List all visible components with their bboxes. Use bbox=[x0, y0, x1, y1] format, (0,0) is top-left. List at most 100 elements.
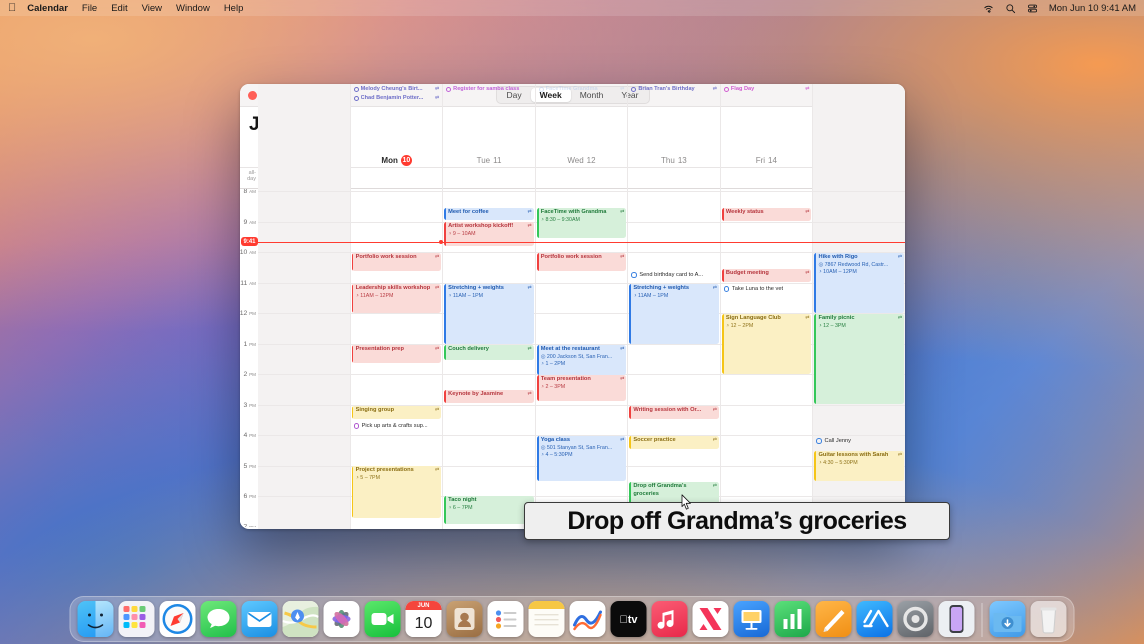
reminder-item[interactable]: Send birthday card to A... bbox=[629, 271, 719, 279]
day-column-mon[interactable]: Portfolio work session ⇄ Leadership skills… bbox=[349, 189, 443, 527]
control-center-icon[interactable] bbox=[1027, 3, 1038, 14]
menubar-clock[interactable]: Mon Jun 10 9:41 AM bbox=[1049, 3, 1136, 14]
menu-item-view[interactable]: View bbox=[142, 3, 162, 14]
all-day-event[interactable]: Brian Tran's Birthday ⇄ bbox=[629, 85, 719, 93]
menu-item-file[interactable]: File bbox=[82, 3, 97, 14]
all-day-event[interactable]: Melody Cheung's Birt... ⇄ bbox=[352, 85, 442, 93]
reminder-item[interactable]: Call Jenny bbox=[814, 437, 904, 445]
calendar-event[interactable]: Team presentation ◔ 2 – 3PM ⇄ bbox=[536, 375, 627, 401]
wifi-icon[interactable] bbox=[983, 3, 994, 14]
event-title: Drop off Grandma's groceries bbox=[633, 483, 687, 497]
dock-item-facetime[interactable] bbox=[364, 601, 401, 637]
dock-item-numbers[interactable] bbox=[774, 601, 811, 637]
calendar-event[interactable]: Hike with Rigo ◎ 7867 Redwood Rd, Castr...… bbox=[814, 253, 905, 313]
dock-item-downloads-folder[interactable] bbox=[989, 601, 1026, 637]
calendar-event[interactable]: Leadership skills workshop ◔ 11AM – 12PM ⇄ bbox=[351, 284, 442, 313]
event-location: ◎ 501 Stanyan St, San Fran... bbox=[540, 444, 613, 451]
repeat-icon: ⇄ bbox=[805, 315, 810, 321]
all-day-event[interactable]: Chad Benjamin Potter... ⇄ bbox=[352, 94, 442, 102]
calendar-event[interactable]: Keynote by Jasmine ⇄ bbox=[444, 390, 534, 403]
dock-item-finder[interactable] bbox=[77, 601, 114, 637]
day-column-fri[interactable]: Weekly status ⇄ Budget meeting ⇄ Take Luna t… bbox=[719, 189, 813, 527]
calendar-event[interactable]: Singing group ⇄ bbox=[351, 406, 442, 419]
calendar-event[interactable]: Taco night ◔ 6 – 7PM bbox=[444, 496, 534, 524]
dock-item-app-store[interactable] bbox=[856, 601, 893, 637]
dock-item-system-settings[interactable] bbox=[897, 601, 934, 637]
clock-icon: ◔ bbox=[633, 292, 637, 299]
dock-item-reminders[interactable] bbox=[487, 601, 524, 637]
all-day-event[interactable]: FaceTime Grandma ⇄ bbox=[537, 85, 627, 93]
dock-item-maps[interactable] bbox=[282, 601, 319, 637]
calendar-event[interactable]: Presentation prep ⇄ bbox=[351, 345, 442, 363]
event-color-bar bbox=[351, 284, 354, 313]
search-icon[interactable] bbox=[1005, 3, 1016, 14]
calendar-event[interactable]: Family picnic ◔ 12 – 3PM ⇄ bbox=[814, 314, 905, 404]
event-color-bar bbox=[536, 208, 539, 238]
checkbox-circle-icon[interactable] bbox=[816, 438, 822, 444]
calendar-event[interactable]: Guitar lessons with Sarah ◔ 4:30 – 5:30PM ⇄ bbox=[814, 451, 905, 481]
event-title: Sign Language Club bbox=[725, 315, 781, 321]
event-title: Meet at the restaurant bbox=[540, 346, 600, 352]
calendar-event[interactable]: Project presentations ◔ 5 – 7PM ⇄ bbox=[351, 466, 442, 518]
close-button[interactable] bbox=[248, 90, 257, 100]
dock-item-calendar[interactable]: JUN 10 bbox=[405, 601, 442, 637]
calendar-event[interactable]: Weekly status ⇄ bbox=[721, 208, 812, 221]
calendar-event[interactable]: Budget meeting ⇄ bbox=[721, 269, 812, 282]
event-time: ◔ 12 – 3PM bbox=[818, 322, 846, 329]
calendar-event[interactable]: Sign Language Club ◔ 12 – 2PM ⇄ bbox=[721, 314, 812, 374]
dock-item-launchpad[interactable] bbox=[118, 601, 155, 637]
reminder-item[interactable]: Pick up arts & crafts sup... bbox=[352, 422, 442, 430]
all-day-event[interactable]: Register for samba class bbox=[444, 85, 534, 93]
dock-item-contacts[interactable] bbox=[446, 601, 483, 637]
calendar-event[interactable]: Stretching + weights ◔ 11AM – 1PM ⇄ bbox=[629, 284, 719, 344]
all-day-event[interactable]: Flag Day ⇄ bbox=[722, 85, 812, 93]
calendar-event[interactable]: Writing session with Or... ⇄ bbox=[629, 406, 719, 419]
apple-icon[interactable]:  bbox=[8, 2, 16, 14]
dock-item-safari[interactable] bbox=[159, 601, 196, 637]
current-time-badge: 9:41 bbox=[241, 237, 259, 247]
dock-item-pages[interactable] bbox=[815, 601, 852, 637]
repeat-icon: ⇄ bbox=[712, 86, 717, 92]
checkbox-circle-icon[interactable] bbox=[723, 286, 730, 292]
menu-item-window[interactable]: Window bbox=[176, 3, 210, 14]
dock-item-messages[interactable] bbox=[200, 601, 237, 637]
hour-gridline bbox=[258, 252, 350, 253]
calendar-event[interactable]: Yoga class ◎ 501 Stanyan St, San Fran... ◔ 4… bbox=[536, 436, 627, 481]
dock-item-iphone-mirroring[interactable] bbox=[938, 601, 975, 637]
dock-item-music[interactable] bbox=[651, 601, 688, 637]
calendar-event[interactable]: Couch delivery ⇄ bbox=[444, 345, 534, 360]
day-column-wed[interactable]: FaceTime with Grandma ◔ 8:30 – 9:30AM ⇄ Port… bbox=[534, 189, 628, 527]
dock-item-notes[interactable] bbox=[528, 601, 565, 637]
event-color-bar bbox=[444, 284, 446, 344]
hour-gridline bbox=[720, 435, 813, 436]
week-grid[interactable]: Portfolio work session ⇄ Leadership skills… bbox=[240, 189, 905, 527]
menu-item-edit[interactable]: Edit bbox=[111, 3, 127, 14]
menu-item-help[interactable]: Help bbox=[224, 3, 244, 14]
calendar-event[interactable]: Soccer practice ⇄ bbox=[629, 436, 719, 449]
dock-item-apple-tv[interactable]: tv bbox=[610, 601, 647, 637]
menu-item-calendar[interactable]: Calendar bbox=[27, 3, 68, 14]
event-color-bar bbox=[629, 436, 632, 449]
calendar-event[interactable]: Meet for coffee ⇄ bbox=[444, 208, 534, 220]
day-column-sat[interactable]: Hike with Rigo ◎ 7867 Redwood Rd, Castr...… bbox=[812, 189, 905, 527]
checkbox-circle-icon[interactable] bbox=[631, 272, 637, 278]
dock-item-mail[interactable] bbox=[241, 601, 278, 637]
calendar-event[interactable]: Stretching + weights ◔ 11AM – 1PM ⇄ bbox=[444, 284, 534, 344]
hour-gridline bbox=[350, 191, 443, 192]
dock-item-news[interactable] bbox=[692, 601, 729, 637]
day-column-sun[interactable] bbox=[258, 189, 350, 527]
checkbox-circle-icon[interactable] bbox=[353, 423, 360, 429]
dock-item-freeform[interactable] bbox=[569, 601, 606, 637]
calendar-event[interactable]: Portfolio work session ⇄ bbox=[536, 253, 627, 271]
dock-item-trash[interactable] bbox=[1030, 601, 1067, 637]
calendar-event[interactable]: Portfolio work session ⇄ bbox=[351, 253, 442, 271]
reminder-item[interactable]: Take Luna to the vet bbox=[722, 285, 812, 293]
event-title: Meet for coffee bbox=[448, 209, 489, 215]
day-column-thu[interactable]: Send birthday card to A... Stretching + w… bbox=[627, 189, 720, 527]
calendar-event[interactable]: Drop off Grandma's groceries ⇄ bbox=[629, 482, 719, 504]
dock-item-keynote[interactable] bbox=[733, 601, 770, 637]
dock-item-photos[interactable] bbox=[323, 601, 360, 637]
calendar-event[interactable]: FaceTime with Grandma ◔ 8:30 – 9:30AM ⇄ bbox=[536, 208, 627, 238]
day-column-tue[interactable]: Meet for coffee ⇄ Artist workshop kickoff!… bbox=[442, 189, 535, 527]
calendar-event[interactable]: Meet at the restaurant ◎ 200 Jackson St, S… bbox=[536, 345, 627, 375]
